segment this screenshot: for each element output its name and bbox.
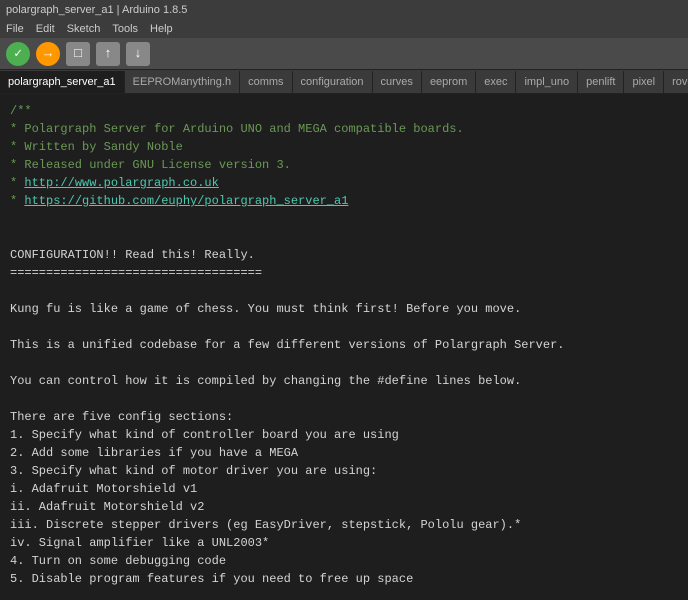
tab-curves[interactable]: curves bbox=[373, 71, 422, 93]
tab-penlift[interactable]: penlift bbox=[578, 71, 624, 93]
code-line: CONFIGURATION!! Read this! Really. bbox=[10, 246, 678, 264]
save-button[interactable]: ↓ bbox=[126, 42, 150, 66]
toolbar: ✓→□↑↓ bbox=[0, 38, 688, 70]
title-text: polargraph_server_a1 | Arduino 1.8.5 bbox=[6, 4, 187, 16]
code-line: You can control how it is compiled by ch… bbox=[10, 372, 678, 390]
code-line: * https://github.com/euphy/polargraph_se… bbox=[10, 192, 678, 210]
code-link[interactable]: https://github.com/euphy/polargraph_serv… bbox=[24, 194, 348, 208]
code-line: i. Adafruit Motorshield v1 bbox=[10, 480, 678, 498]
code-line: =================================== bbox=[10, 264, 678, 282]
code-line: There are five config sections: bbox=[10, 408, 678, 426]
menu-bar: File Edit Sketch Tools Help bbox=[0, 20, 688, 38]
tab-eeprom[interactable]: eeprom bbox=[422, 71, 476, 93]
blank-line bbox=[10, 354, 678, 372]
blank-line bbox=[10, 228, 678, 246]
code-line: This is a unified codebase for a few dif… bbox=[10, 336, 678, 354]
menu-item-file[interactable]: File bbox=[6, 23, 24, 35]
blank-line bbox=[10, 588, 678, 600]
code-line: * Written by Sandy Noble bbox=[10, 138, 678, 156]
code-line: iv. Signal amplifier like a UNL2003* bbox=[10, 534, 678, 552]
code-line: 4. Turn on some debugging code bbox=[10, 552, 678, 570]
tab-pixel[interactable]: pixel bbox=[624, 71, 664, 93]
tab-rove[interactable]: rove bbox=[664, 71, 688, 93]
code-line: 2. Add some libraries if you have a MEGA bbox=[10, 444, 678, 462]
code-comment-part: * bbox=[10, 176, 24, 190]
title-bar: polargraph_server_a1 | Arduino 1.8.5 bbox=[0, 0, 688, 20]
blank-line bbox=[10, 390, 678, 408]
open-button[interactable]: ↑ bbox=[96, 42, 120, 66]
code-editor: /** * Polargraph Server for Arduino UNO … bbox=[0, 94, 688, 600]
code-line: 1. Specify what kind of controller board… bbox=[10, 426, 678, 444]
menu-item-sketch[interactable]: Sketch bbox=[67, 23, 101, 35]
tab-comms[interactable]: comms bbox=[240, 71, 292, 93]
menu-item-help[interactable]: Help bbox=[150, 23, 173, 35]
code-line: 3. Specify what kind of motor driver you… bbox=[10, 462, 678, 480]
menu-item-tools[interactable]: Tools bbox=[112, 23, 138, 35]
code-comment-part: * bbox=[10, 194, 24, 208]
verify-button[interactable]: ✓ bbox=[6, 42, 30, 66]
blank-line bbox=[10, 282, 678, 300]
code-line: * http://www.polargraph.co.uk bbox=[10, 174, 678, 192]
code-line: Kung fu is like a game of chess. You mus… bbox=[10, 300, 678, 318]
blank-line bbox=[10, 318, 678, 336]
upload-button[interactable]: → bbox=[36, 42, 60, 66]
tabs-bar: polargraph_server_a1EEPROManything.hcomm… bbox=[0, 70, 688, 94]
code-link[interactable]: http://www.polargraph.co.uk bbox=[24, 176, 218, 190]
tab-impl-uno[interactable]: impl_uno bbox=[516, 71, 578, 93]
code-line: /** bbox=[10, 102, 678, 120]
code-line: iii. Discrete stepper drivers (eg EasyDr… bbox=[10, 516, 678, 534]
code-line: ii. Adafruit Motorshield v2 bbox=[10, 498, 678, 516]
blank-line bbox=[10, 210, 678, 228]
tab-eepromanything-h[interactable]: EEPROManything.h bbox=[125, 71, 240, 93]
menu-item-edit[interactable]: Edit bbox=[36, 23, 55, 35]
code-line: * Polargraph Server for Arduino UNO and … bbox=[10, 120, 678, 138]
tab-configuration[interactable]: configuration bbox=[293, 71, 373, 93]
tab-exec[interactable]: exec bbox=[476, 71, 516, 93]
code-line: 5. Disable program features if you need … bbox=[10, 570, 678, 588]
code-line: * Released under GNU License version 3. bbox=[10, 156, 678, 174]
new-button[interactable]: □ bbox=[66, 42, 90, 66]
tab-polargraph-server-a1[interactable]: polargraph_server_a1 bbox=[0, 71, 125, 93]
